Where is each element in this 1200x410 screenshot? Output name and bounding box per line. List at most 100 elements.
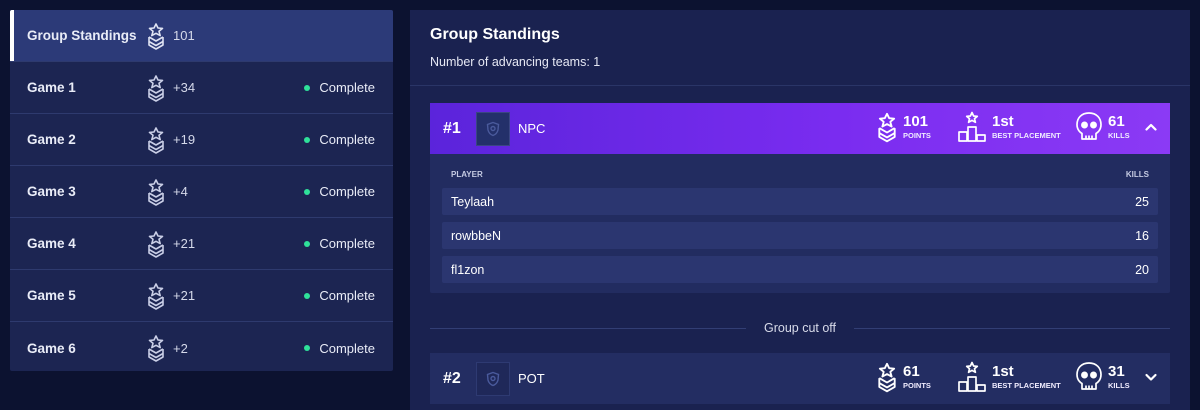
sidebar-item-game-4[interactable]: Game 4 +21 Complete xyxy=(10,218,393,270)
team-points-stat: 101 POINTS xyxy=(876,111,931,143)
sidebar-item-label: Game 4 xyxy=(27,236,76,251)
table-row: Teylaah 25 xyxy=(442,188,1158,215)
placement-value: 1st xyxy=(992,363,1014,381)
player-name: Teylaah xyxy=(451,194,495,209)
sidebar-item-points: +4 xyxy=(173,184,188,199)
sidebar-item-points: +34 xyxy=(173,80,196,95)
chevron-medal-icon xyxy=(148,179,164,206)
status-dot-icon xyxy=(304,188,311,195)
status-text: Complete xyxy=(319,288,375,303)
shield-icon xyxy=(486,121,500,137)
team-logo xyxy=(476,112,510,146)
team-kills-stat: 31 KILLS xyxy=(1075,361,1130,393)
team-header[interactable]: #2 POT 61 POINTS 1st BEST PLACEMENT 31 KILL… xyxy=(430,353,1170,404)
sidebar-item-points: +21 xyxy=(173,236,196,251)
sidebar-item-label: Group Standings xyxy=(27,28,137,43)
sidebar-item-game-1[interactable]: Game 1 +34 Complete xyxy=(10,62,393,114)
sidebar-item-label: Game 3 xyxy=(27,184,76,199)
team-points-stat: 61 POINTS xyxy=(876,361,931,393)
team-card: #2 POT 61 POINTS 1st BEST PLACEMENT 31 KILL… xyxy=(430,353,1170,404)
placement-label: BEST PLACEMENT xyxy=(992,131,1061,141)
placement-label: BEST PLACEMENT xyxy=(992,381,1061,391)
team-kills-stat: 61 KILLS xyxy=(1075,111,1130,143)
games-sidebar: Group Standings 101 Game 1 +34 Complete … xyxy=(10,10,393,371)
player-name: rowbbeN xyxy=(451,228,502,243)
table-row: fl1zon 20 xyxy=(442,256,1158,283)
chevron-medal-icon xyxy=(878,362,896,393)
points-value: 61 xyxy=(903,363,920,381)
team-rank: #1 xyxy=(443,119,461,137)
sidebar-item-points: +21 xyxy=(173,288,196,303)
status-text: Complete xyxy=(319,132,375,147)
panel-header: Group Standings Number of advancing team… xyxy=(410,10,1190,86)
player-kills: 20 xyxy=(1135,262,1149,277)
status-dot-icon xyxy=(304,345,311,351)
kills-value: 61 xyxy=(1108,113,1125,131)
chevron-down-icon[interactable] xyxy=(1144,370,1158,384)
chevron-up-icon[interactable] xyxy=(1144,120,1158,134)
team-name: NPC xyxy=(518,121,546,136)
chevron-medal-icon xyxy=(148,23,164,50)
status-text: Complete xyxy=(319,340,375,356)
team-rank: #2 xyxy=(443,369,461,387)
status-dot-icon xyxy=(304,84,311,91)
column-header-player: PLAYER xyxy=(451,170,483,179)
points-label: POINTS xyxy=(903,381,931,391)
sidebar-item-label: Game 2 xyxy=(27,132,76,147)
standings-panel: Group Standings Number of advancing team… xyxy=(410,10,1190,410)
team-card: #1 NPC 101 POINTS 1st BEST PLACEMENT 61 KIL… xyxy=(430,103,1170,293)
group-cutoff-divider: Group cut off xyxy=(430,320,1171,336)
skull-icon xyxy=(1076,362,1102,390)
table-row: rowbbeN 16 xyxy=(442,222,1158,249)
sidebar-item-game-6[interactable]: Game 6 +2 Complete xyxy=(10,322,393,371)
status-badge: Complete xyxy=(304,341,375,356)
status-dot-icon xyxy=(304,240,311,247)
team-logo xyxy=(476,362,510,396)
sidebar-item-label: Game 1 xyxy=(27,80,76,95)
chevron-medal-icon xyxy=(148,335,164,362)
points-label: POINTS xyxy=(903,131,931,141)
player-name: fl1zon xyxy=(451,262,485,277)
status-badge: Complete xyxy=(304,288,375,303)
sidebar-item-game-5[interactable]: Game 5 +21 Complete xyxy=(10,270,393,322)
chevron-medal-icon xyxy=(148,75,164,102)
team-name: POT xyxy=(518,371,545,386)
sidebar-item-label: Game 5 xyxy=(27,288,76,303)
points-value: 101 xyxy=(903,113,929,131)
status-dot-icon xyxy=(304,136,311,143)
status-text: Complete xyxy=(319,184,375,199)
placement-value: 1st xyxy=(992,113,1014,131)
player-kills: 16 xyxy=(1135,228,1149,243)
podium-star-icon xyxy=(958,111,986,142)
team-placement-stat: 1st BEST PLACEMENT xyxy=(957,361,1061,393)
status-badge: Complete xyxy=(304,80,375,95)
status-dot-icon xyxy=(304,292,311,299)
team-header[interactable]: #1 NPC 101 POINTS 1st BEST PLACEMENT 61 KIL… xyxy=(430,103,1170,154)
sidebar-item-group-standings[interactable]: Group Standings 101 xyxy=(10,10,393,62)
chevron-medal-icon xyxy=(148,127,164,154)
sidebar-item-points: +19 xyxy=(173,132,196,147)
chevron-medal-icon xyxy=(878,112,896,143)
divider-line xyxy=(854,327,1171,329)
status-text: Complete xyxy=(319,80,375,95)
player-table-header: PLAYER KILLS xyxy=(442,166,1158,188)
column-header-kills: KILLS xyxy=(1125,170,1149,179)
advancing-teams-text: Number of advancing teams: 1 xyxy=(430,55,601,69)
group-cutoff-label: Group cut off xyxy=(763,321,837,335)
team-placement-stat: 1st BEST PLACEMENT xyxy=(957,111,1061,143)
sidebar-item-game-3[interactable]: Game 3 +4 Complete xyxy=(10,166,393,218)
kills-label: KILLS xyxy=(1108,131,1130,141)
status-text: Complete xyxy=(319,236,375,251)
podium-star-icon xyxy=(958,361,986,392)
skull-icon xyxy=(1076,112,1102,140)
shield-icon xyxy=(486,371,500,387)
sidebar-item-points: 101 xyxy=(173,28,195,43)
player-kills: 25 xyxy=(1135,194,1149,209)
divider-line xyxy=(430,327,746,329)
team-player-list: PLAYER KILLS Teylaah 25 rowbbeN 16 fl1zo… xyxy=(430,154,1170,293)
chevron-medal-icon xyxy=(148,283,164,310)
status-badge: Complete xyxy=(304,132,375,147)
kills-label: KILLS xyxy=(1108,381,1130,391)
sidebar-item-points: +2 xyxy=(173,340,188,356)
sidebar-item-game-2[interactable]: Game 2 +19 Complete xyxy=(10,114,393,166)
